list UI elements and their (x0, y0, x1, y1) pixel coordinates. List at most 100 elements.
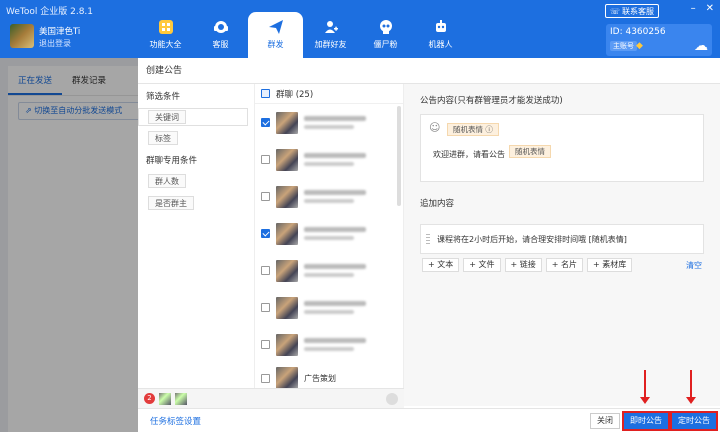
avatar[interactable] (10, 24, 34, 48)
close-button[interactable]: 关闭 (590, 413, 620, 429)
append-buttons: + 文本 + 文件 + 链接 + 名片 + 素材库 (422, 258, 633, 272)
group-avatar (276, 333, 298, 356)
selected-count-badge: 2 (144, 393, 155, 404)
main-account-badge: 主账号 (610, 41, 637, 51)
group-count-label: 群聊 (25) (276, 89, 314, 100)
announcement-editor: 公告内容(只有群管理员才能发送成功) ☺ 随机表情 ⓘ 欢迎进群，请看公告 随机… (404, 84, 720, 406)
nav-label: 客服 (212, 40, 229, 49)
skull-icon (377, 18, 395, 36)
clear-button[interactable]: 清空 (686, 260, 702, 271)
account-box: ID: 4360256 主账号 ◆ ☁ (606, 24, 712, 56)
support-label: 联系客服 (622, 6, 654, 16)
blurred-group-name (304, 338, 374, 351)
add-user-icon (322, 18, 340, 36)
append-item[interactable]: 课程将在2小时后开始，请合理安排时间哦 [随机表情] (420, 224, 704, 254)
group-filter-heading: 群聊专用条件 (146, 156, 198, 166)
selected-group-thumb[interactable] (159, 392, 171, 405)
list-item[interactable] (255, 289, 403, 326)
random-emoji-tag[interactable]: 随机表情 ⓘ (447, 123, 499, 136)
clear-selection-icon[interactable] (386, 393, 398, 405)
group-checkbox[interactable] (261, 229, 270, 238)
nav-label: 加群好友 (314, 40, 347, 49)
list-item[interactable] (255, 178, 403, 215)
grid-icon (157, 18, 175, 36)
blurred-group-name (304, 190, 374, 203)
tag-filter[interactable]: 标签 (148, 131, 178, 145)
list-item[interactable] (255, 104, 403, 141)
support-icon: ☏ (609, 6, 620, 16)
group-checkbox[interactable] (261, 192, 270, 201)
selected-group-thumb[interactable] (175, 392, 187, 405)
selected-strip: 2 (138, 388, 404, 408)
red-arrow-annotation (686, 370, 696, 404)
dialog-footer: 任务标签设置 关闭 即时公告 定时公告 (138, 408, 720, 432)
nav-service[interactable]: 客服 (193, 12, 248, 58)
list-item[interactable] (255, 252, 403, 289)
content-text: 欢迎进群，请看公告 (433, 150, 505, 159)
group-checkbox[interactable] (261, 340, 270, 349)
random-emoji-label: 随机表情 (453, 125, 483, 134)
timed-announcement-button[interactable]: 定时公告 (670, 411, 718, 431)
account-id: ID: 4360256 (610, 27, 666, 37)
filter-heading: 筛选条件 (146, 92, 181, 102)
list-item[interactable] (255, 141, 403, 178)
nav-label: 功能大全 (149, 40, 182, 49)
task-tag-settings-link[interactable]: 任务标签设置 (150, 415, 201, 427)
blurred-group-name (304, 116, 374, 129)
group-checkbox[interactable] (261, 373, 270, 383)
group-avatar (276, 222, 298, 245)
instant-announcement-button[interactable]: 即时公告 (622, 411, 670, 431)
owner-filter[interactable]: 是否群主 (148, 196, 194, 210)
group-checkbox[interactable] (261, 155, 270, 164)
members-filter[interactable]: 群人数 (148, 174, 186, 188)
add-card-button[interactable]: + 名片 (545, 258, 583, 272)
group-avatar (276, 367, 298, 389)
keyword-filter[interactable]: 关键词 (148, 110, 186, 124)
nav-add-friends[interactable]: 加群好友 (303, 12, 358, 58)
headset-icon (212, 18, 230, 36)
group-checkbox[interactable] (261, 118, 270, 127)
dialog-title: 创建公告 (138, 58, 720, 84)
main-nav: 功能大全 客服 群发 加群好友 僵尸粉 机器人 (138, 12, 468, 58)
nav-label: 群发 (267, 40, 284, 49)
append-heading: 追加内容 (420, 199, 455, 209)
add-link-button[interactable]: + 链接 (504, 258, 542, 272)
nav-functions[interactable]: 功能大全 (138, 12, 193, 58)
send-icon (267, 18, 285, 36)
group-avatar (276, 185, 298, 208)
group-avatar (276, 148, 298, 171)
list-item[interactable] (255, 215, 403, 252)
group-avatar (276, 296, 298, 319)
add-text-button[interactable]: + 文本 (422, 258, 460, 272)
cloud-icon: ☁ (694, 38, 708, 54)
select-all-checkbox[interactable] (261, 89, 270, 98)
nav-label: 机器人 (428, 40, 453, 49)
nav-robot[interactable]: 机器人 (413, 12, 468, 58)
group-checkbox[interactable] (261, 303, 270, 312)
add-file-button[interactable]: + 文件 (463, 258, 501, 272)
filter-panel: 筛选条件 关键词 标签 群聊专用条件 群人数 是否群主 (138, 84, 254, 406)
support-button[interactable]: ☏ 联系客服 (605, 4, 659, 18)
group-avatar (276, 111, 298, 134)
window-controls: – ✕ (691, 3, 714, 14)
robot-icon (432, 18, 450, 36)
logout-link[interactable]: 退出登录 (39, 38, 71, 49)
content-editor[interactable]: ☺ 随机表情 ⓘ 欢迎进群，请看公告 随机表情 (420, 114, 704, 182)
group-avatar (276, 259, 298, 282)
list-scrollbar[interactable] (397, 106, 401, 206)
group-checkbox[interactable] (261, 266, 270, 275)
close-icon[interactable]: ✕ (706, 3, 714, 14)
emoji-icon[interactable]: ☺ (429, 121, 440, 134)
list-item[interactable] (255, 326, 403, 363)
minimize-icon[interactable]: – (691, 3, 696, 14)
random-emoji-inline-tag: 随机表情 (509, 145, 551, 158)
diamond-icon: ◆ (636, 41, 643, 51)
blurred-group-name (304, 227, 374, 240)
nav-zombie[interactable]: 僵尸粉 (358, 12, 413, 58)
create-announcement-dialog: 创建公告 筛选条件 关键词 标签 群聊专用条件 群人数 是否群主 群聊 (25)… (138, 58, 720, 432)
nav-broadcast[interactable]: 群发 (248, 12, 303, 58)
blurred-group-name (304, 264, 374, 277)
drag-handle-icon[interactable] (426, 234, 430, 246)
add-material-button[interactable]: + 素材库 (587, 258, 633, 272)
append-text: 课程将在2小时后开始，请合理安排时间哦 [随机表情] (437, 235, 627, 244)
